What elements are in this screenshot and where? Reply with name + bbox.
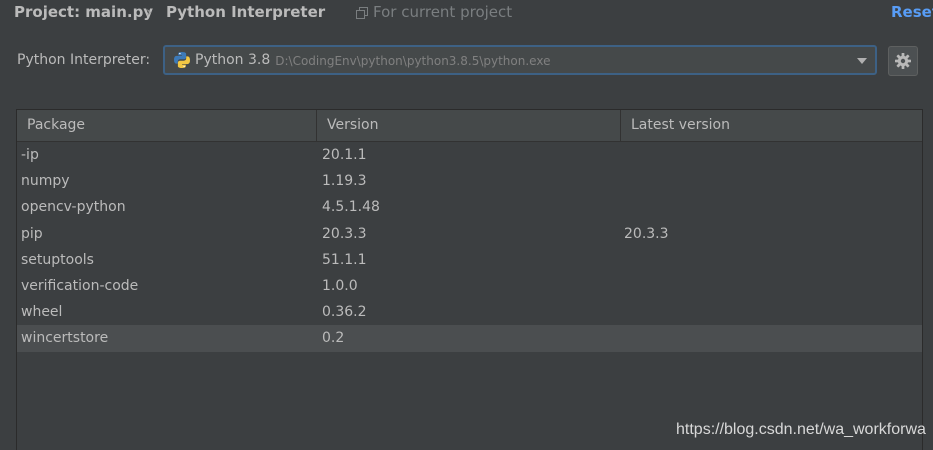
- watermark: https://blog.csdn.net/wa_workforwa: [676, 421, 926, 438]
- interpreter-label: Python Interpreter:: [17, 52, 151, 68]
- package-latest-version: 20.3.3: [624, 225, 669, 242]
- table-row[interactable]: wheel 0.36.2: [17, 299, 922, 325]
- interpreter-path: D:\CodingEnv\python\python3.8.5\python.e…: [275, 54, 551, 68]
- page-title: Python Interpreter: [166, 3, 326, 21]
- table-body: -ip 20.1.1 numpy 1.19.3 opencv-python 4.…: [17, 142, 922, 352]
- column-header-version[interactable]: Version: [317, 110, 621, 141]
- package-name: setuptools: [21, 251, 94, 268]
- table-header: Package Version Latest version: [17, 110, 922, 142]
- table-row[interactable]: setuptools 51.1.1: [17, 247, 922, 273]
- package-name: wheel: [21, 304, 63, 321]
- breadcrumb-separator-icon: ›: [146, 3, 152, 21]
- column-header-latest-version[interactable]: Latest version: [621, 110, 922, 141]
- package-version: 51.1.1: [322, 251, 367, 268]
- scope-indicator: For current project: [356, 3, 512, 21]
- breadcrumb: Project: main.py › Python Interpreter Fo…: [0, 0, 933, 26]
- package-version: 1.19.3: [322, 173, 367, 190]
- python-icon: [174, 52, 190, 68]
- package-name: opencv-python: [21, 199, 126, 216]
- interpreter-settings-button[interactable]: [888, 46, 918, 76]
- interpreter-select[interactable]: Python 3.8 D:\CodingEnv\python\python3.8…: [163, 45, 877, 75]
- package-version: 20.3.3: [322, 225, 367, 242]
- package-name: pip: [21, 225, 43, 242]
- package-table: Package Version Latest version -ip 20.1.…: [16, 109, 923, 450]
- package-name: -ip: [21, 147, 39, 163]
- package-version: 20.1.1: [322, 147, 367, 163]
- table-row[interactable]: pip 20.3.3 20.3.3: [17, 221, 922, 247]
- package-name: numpy: [21, 173, 70, 190]
- chevron-down-icon[interactable]: [857, 58, 867, 64]
- reset-link[interactable]: Reset: [891, 3, 933, 21]
- breadcrumb-project[interactable]: Project: main.py: [14, 3, 153, 21]
- package-name: wincertstore: [21, 330, 109, 347]
- table-row[interactable]: -ip 20.1.1: [17, 142, 922, 168]
- scope-label: For current project: [373, 3, 513, 21]
- table-row[interactable]: opencv-python 4.5.1.48: [17, 194, 922, 220]
- package-name: verification-code: [21, 277, 139, 294]
- package-version: 1.0.0: [322, 277, 358, 294]
- table-row[interactable]: numpy 1.19.3: [17, 168, 922, 194]
- interpreter-settings-panel: Project: main.py › Python Interpreter Fo…: [0, 0, 933, 450]
- package-version: 4.5.1.48: [322, 199, 380, 216]
- package-version: 0.2: [322, 330, 345, 347]
- column-header-package[interactable]: Package: [17, 110, 317, 141]
- table-row-selected[interactable]: wincertstore 0.2: [17, 325, 922, 352]
- table-row[interactable]: verification-code 1.0.0: [17, 273, 922, 299]
- copy-icon: [356, 7, 368, 19]
- interpreter-name: Python 3.8: [195, 52, 271, 68]
- gear-icon: [895, 53, 911, 69]
- package-version: 0.36.2: [322, 304, 367, 321]
